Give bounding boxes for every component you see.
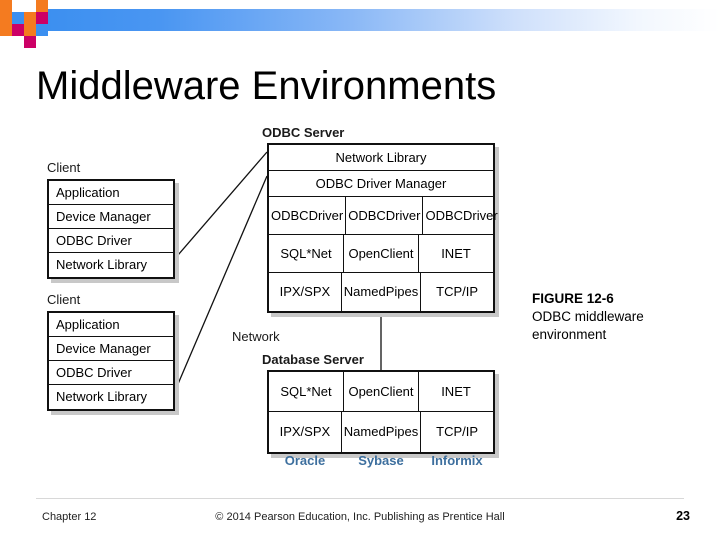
vendor-oracle: Oracle	[284, 453, 326, 468]
odbc-server-row-driver-manager: ODBC Driver Manager	[269, 171, 493, 197]
database-server-cell-ipx-spx: IPX/SPX	[269, 412, 342, 452]
database-server-row-protocol: IPX/SPX Named Pipes TCP/IP	[269, 412, 493, 452]
client-top-row-1: Device Manager	[49, 205, 173, 229]
odbc-server-cell-driver-manager: ODBC Driver Manager	[315, 175, 447, 191]
logo-square-magenta-1	[36, 12, 48, 24]
pearson-logo-blocks	[0, 0, 60, 48]
client-top-row-2: ODBC Driver	[49, 229, 173, 253]
client-bottom-cell-device-manager: Device Manager	[56, 340, 151, 356]
odbc-server-row-drivers: ODBC Driver ODBC Driver ODBC Driver	[269, 197, 498, 235]
odbc-server-cell-driver-2: ODBC Driver	[346, 197, 424, 234]
database-server-cell-named-pipes: Named Pipes	[342, 412, 422, 452]
client-top-cell-device-manager: Device Manager	[56, 208, 151, 224]
odbc-server-cell-driver-3: ODBC Driver	[425, 207, 498, 223]
odbc-server-row-protocol: IPX/SPX Named Pipes TCP/IP	[269, 273, 493, 311]
vendor-row: Oracle Sybase Informix	[267, 453, 495, 468]
logo-square-magenta-4	[24, 36, 36, 48]
figure-caption-line-2: environment	[532, 327, 607, 343]
logo-square-magenta-2	[24, 24, 36, 36]
odbc-server-cell-driver-1: ODBC Driver	[269, 197, 347, 234]
logo-square-magenta-3	[36, 24, 48, 36]
database-server-cell-tcp-ip: TCP/IP	[436, 424, 479, 440]
odbc-server-cell-network-library: Network Library	[335, 149, 427, 165]
network-label: Network	[232, 329, 280, 344]
client-top-cell-network-library: Network Library	[56, 257, 148, 273]
client-top-row-3: Network Library	[49, 253, 173, 277]
client-top-cell-application: Application	[56, 184, 120, 200]
odbc-server-row-transport-api: SQL* Net Open Client INET	[269, 235, 493, 273]
footer-divider	[36, 498, 684, 499]
client-bottom-row-1: Device Manager	[49, 337, 173, 361]
footer-page-number: 23	[676, 509, 690, 523]
odbc-server-cell-inet: INET	[441, 245, 471, 261]
logo-square-orange-6	[36, 0, 48, 12]
page-title: Middleware Environments	[36, 64, 497, 108]
odbc-server-cell-sql-net: SQL* Net	[269, 235, 344, 272]
database-server-row-transport-api: SQL* Net Open Client INET	[269, 372, 493, 412]
figure-number: FIGURE 12-6	[532, 291, 614, 306]
client-bottom-label: Client	[47, 292, 81, 307]
client-bottom-box: Application Device Manager ODBC Driver N…	[47, 311, 175, 411]
odbc-server-cell-ipx-spx: IPX/SPX	[269, 273, 342, 311]
odbc-server-row-network-library: Network Library	[269, 145, 493, 171]
odbc-server-label: ODBC Server	[262, 125, 345, 140]
figure-caption: FIGURE 12-6 ODBC middleware environment	[532, 290, 712, 345]
database-server-cell-inet: INET	[441, 383, 471, 399]
database-server-cell-open-client: Open Client	[344, 372, 419, 411]
client-bottom-row-2: ODBC Driver	[49, 361, 173, 385]
client-bottom-cell-odbc-driver: ODBC Driver	[56, 364, 132, 380]
odbc-server-cell-named-pipes: Named Pipes	[342, 273, 422, 311]
odbc-server-cell-open-client: Open Client	[344, 235, 419, 272]
client-bottom-row-0: Application	[49, 313, 173, 337]
vendor-sybase: Sybase	[358, 453, 404, 468]
odbc-server-box: Network Library ODBC Driver Manager ODBC…	[267, 143, 498, 313]
database-server-label: Database Server	[262, 352, 364, 367]
client-bottom-cell-application: Application	[56, 316, 120, 332]
client-bottom-row-3: Network Library	[49, 385, 173, 409]
footer-copyright: © 2014 Pearson Education, Inc. Publishin…	[215, 511, 505, 523]
slide-header-band	[0, 0, 720, 48]
database-server-cell-sql-net: SQL* Net	[269, 372, 344, 411]
client-top-cell-odbc-driver: ODBC Driver	[56, 232, 132, 248]
vendor-informix: Informix	[431, 453, 483, 468]
client-top-box: Application Device Manager ODBC Driver N…	[47, 179, 175, 279]
logo-fade-left	[0, 0, 14, 46]
odbc-server-cell-tcp-ip: TCP/IP	[436, 284, 479, 300]
client-top-row-0: Application	[49, 181, 173, 205]
database-server-box: SQL* Net Open Client INET IPX/SPX Named Pip…	[267, 370, 495, 454]
logo-square-orange-4	[24, 12, 36, 24]
figure-caption-line-1: ODBC middleware	[532, 309, 644, 325]
header-gradient-bar	[38, 9, 720, 31]
client-top-label: Client	[47, 160, 81, 175]
client-bottom-cell-network-library: Network Library	[56, 389, 148, 405]
